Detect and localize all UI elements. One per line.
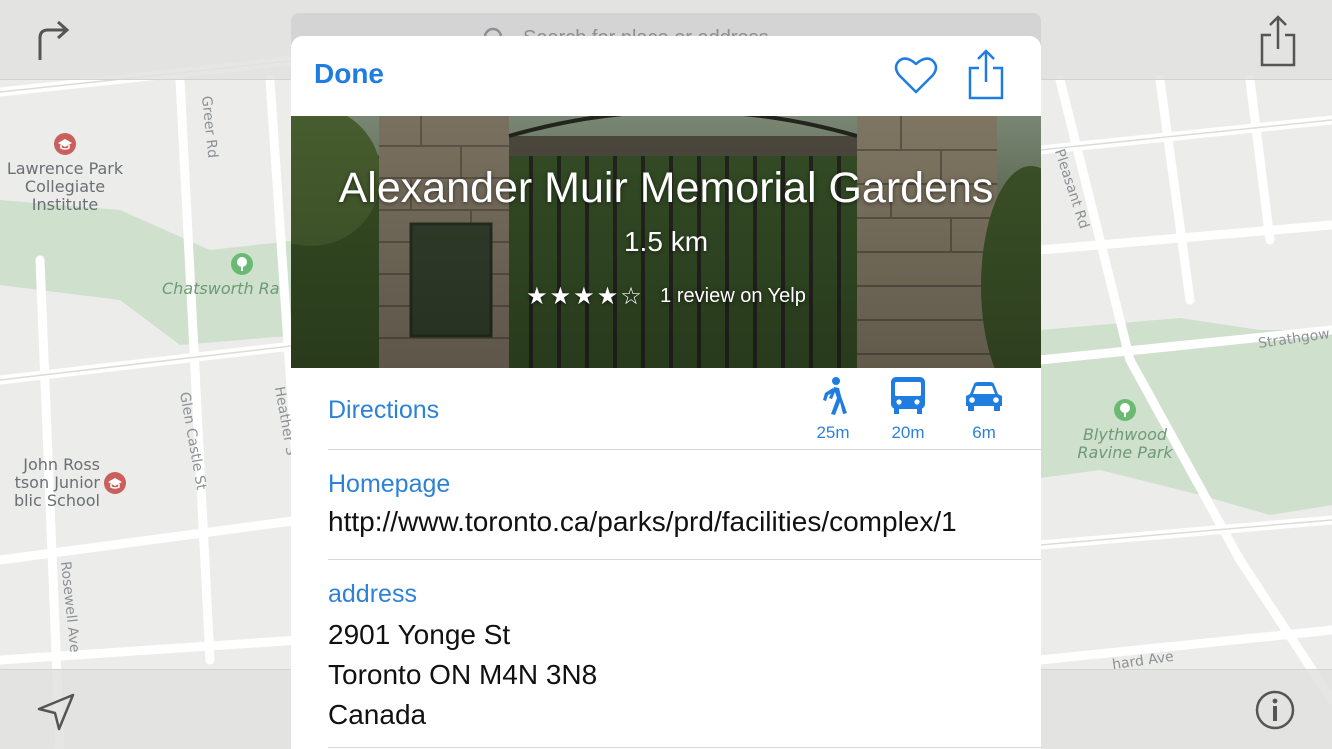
info-icon [1255,690,1295,730]
car-directions-button[interactable]: 6m [956,376,1012,443]
heart-icon [894,56,938,93]
place-distance: 1.5 km [623,226,709,257]
share-icon [1260,15,1296,67]
map-share-button[interactable] [1256,12,1300,68]
card-header: Done [291,36,1041,116]
current-location-button[interactable] [34,690,78,734]
share-icon [968,49,1004,100]
map-poi-john-ross[interactable]: John Ross tson Junior blic School [0,456,100,510]
map-poi-chatsworth-label: Chatsworth Ra [162,279,280,298]
directions-link[interactable]: Directions [328,396,439,425]
done-button[interactable]: Done [314,58,384,90]
address-label: address [328,580,417,608]
transit-directions-button[interactable]: 20m [880,376,936,443]
yelp-review-link[interactable]: 1 review on Yelp [660,285,806,307]
school-icon [104,472,126,494]
address-line-2: Toronto ON M4N 3N8 [328,659,598,690]
park-icon [231,253,253,275]
map-poi-blythwood[interactable]: Blythwood Ravine Park [1066,398,1184,462]
address-line-1: 2901 Yonge St [328,619,511,650]
car-icon [966,382,1002,411]
map-poi-lawrence-park-label: Lawrence Park Collegiate Institute [6,159,124,214]
homepage-row[interactable]: Homepage http://www.toronto.ca/parks/prd… [328,450,1041,560]
transit-time: 20m [891,423,925,442]
walking-directions-button[interactable]: 25m [805,376,861,443]
info-button[interactable] [1253,688,1297,732]
car-time: 6m [972,423,996,442]
location-arrow-icon [37,693,75,731]
place-title: Alexander Muir Memorial Gardens [338,164,994,212]
turn-arrow-icon [38,20,70,60]
directions-icon[interactable] [30,18,74,62]
homepage-label: Homepage [328,470,451,498]
directions-row: Directions 25m 20m 6m [328,368,1041,450]
homepage-url[interactable]: http://www.toronto.ca/parks/prd/faciliti… [328,502,957,542]
share-button[interactable] [966,48,1006,100]
walking-icon [823,377,847,415]
park-icon [1114,399,1136,421]
school-icon [54,133,76,155]
map-poi-chatsworth[interactable]: Chatsworth Ra [162,252,290,298]
star-rating: ★★★★☆ [526,282,644,310]
rating-row[interactable]: ★★★★☆ 1 review on Yelp [291,282,1041,310]
place-photo: Alexander Muir Memorial Gardens 1.5 km ★… [291,116,1041,368]
divider [328,747,1041,748]
address-line-3: Canada [328,699,427,730]
address-row[interactable]: address 2901 Yonge St Toronto ON M4N 3N8… [328,560,1041,749]
transit-icon [891,377,925,414]
map-poi-lawrence-park[interactable]: Lawrence Park Collegiate Institute [0,132,130,214]
map-poi-blythwood-label: Blythwood Ravine Park [1077,425,1173,462]
place-card: Done Alexander Muir Memorial Gardens 1.5… [291,36,1041,749]
map-poi-john-ross-label: John Ross tson Junior blic School [13,455,100,510]
walking-time: 25m [816,423,850,442]
favorite-button[interactable] [894,54,938,98]
